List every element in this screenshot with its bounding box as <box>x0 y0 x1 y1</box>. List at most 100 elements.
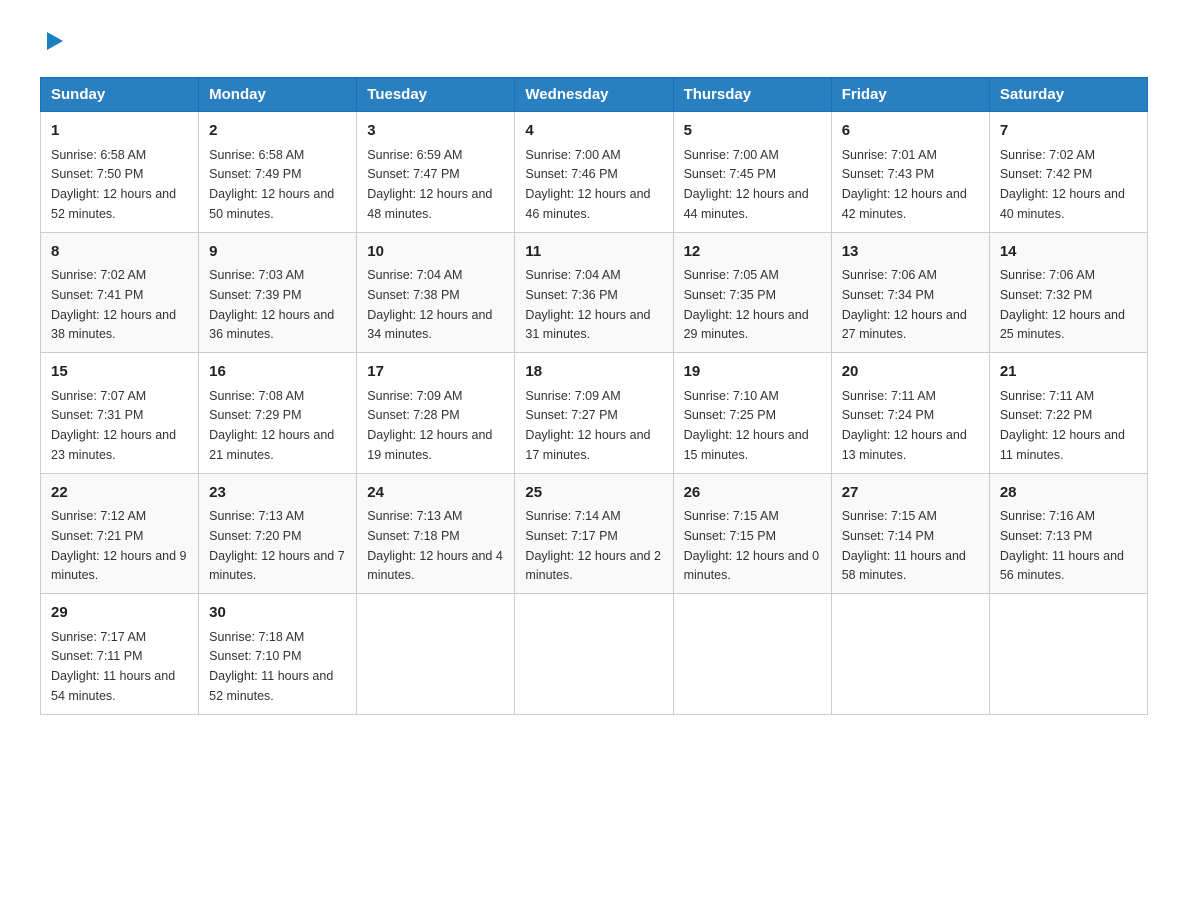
day-daylight: Daylight: 11 hours and 54 minutes. <box>51 669 175 703</box>
calendar-week-row: 29 Sunrise: 7:17 AM Sunset: 7:11 PM Dayl… <box>41 594 1148 715</box>
calendar-header-row: SundayMondayTuesdayWednesdayThursdayFrid… <box>41 78 1148 112</box>
day-daylight: Daylight: 12 hours and 29 minutes. <box>684 308 809 342</box>
day-number: 27 <box>842 482 979 505</box>
day-daylight: Daylight: 12 hours and 2 minutes. <box>525 549 661 583</box>
calendar-cell: 28 Sunrise: 7:16 AM Sunset: 7:13 PM Dayl… <box>989 473 1147 594</box>
day-sunset: Sunset: 7:24 PM <box>842 408 934 422</box>
day-sunrise: Sunrise: 7:01 AM <box>842 148 937 162</box>
day-daylight: Daylight: 12 hours and 38 minutes. <box>51 308 176 342</box>
day-daylight: Daylight: 12 hours and 40 minutes. <box>1000 187 1125 221</box>
day-sunset: Sunset: 7:20 PM <box>209 529 301 543</box>
day-sunset: Sunset: 7:39 PM <box>209 288 301 302</box>
calendar-cell: 5 Sunrise: 7:00 AM Sunset: 7:45 PM Dayli… <box>673 112 831 233</box>
day-daylight: Daylight: 12 hours and 11 minutes. <box>1000 428 1125 462</box>
day-number: 3 <box>367 120 504 143</box>
day-sunrise: Sunrise: 7:02 AM <box>51 268 146 282</box>
day-daylight: Daylight: 12 hours and 25 minutes. <box>1000 308 1125 342</box>
day-daylight: Daylight: 12 hours and 0 minutes. <box>684 549 820 583</box>
page-header <box>40 30 1148 57</box>
calendar-cell: 13 Sunrise: 7:06 AM Sunset: 7:34 PM Dayl… <box>831 232 989 353</box>
day-sunset: Sunset: 7:22 PM <box>1000 408 1092 422</box>
calendar-week-row: 8 Sunrise: 7:02 AM Sunset: 7:41 PM Dayli… <box>41 232 1148 353</box>
day-sunset: Sunset: 7:32 PM <box>1000 288 1092 302</box>
day-number: 25 <box>525 482 662 505</box>
day-number: 2 <box>209 120 346 143</box>
day-number: 20 <box>842 361 979 384</box>
day-sunrise: Sunrise: 7:12 AM <box>51 509 146 523</box>
day-number: 17 <box>367 361 504 384</box>
day-sunset: Sunset: 7:41 PM <box>51 288 143 302</box>
day-sunrise: Sunrise: 7:03 AM <box>209 268 304 282</box>
day-number: 5 <box>684 120 821 143</box>
day-sunrise: Sunrise: 7:00 AM <box>525 148 620 162</box>
day-sunset: Sunset: 7:34 PM <box>842 288 934 302</box>
day-sunset: Sunset: 7:15 PM <box>684 529 776 543</box>
calendar-cell <box>831 594 989 715</box>
day-daylight: Daylight: 12 hours and 42 minutes. <box>842 187 967 221</box>
calendar-cell: 21 Sunrise: 7:11 AM Sunset: 7:22 PM Dayl… <box>989 353 1147 474</box>
day-sunrise: Sunrise: 7:09 AM <box>525 389 620 403</box>
day-sunrise: Sunrise: 7:13 AM <box>367 509 462 523</box>
calendar-cell: 24 Sunrise: 7:13 AM Sunset: 7:18 PM Dayl… <box>357 473 515 594</box>
day-daylight: Daylight: 12 hours and 15 minutes. <box>684 428 809 462</box>
calendar-week-row: 1 Sunrise: 6:58 AM Sunset: 7:50 PM Dayli… <box>41 112 1148 233</box>
day-daylight: Daylight: 12 hours and 34 minutes. <box>367 308 492 342</box>
day-daylight: Daylight: 12 hours and 4 minutes. <box>367 549 503 583</box>
calendar-cell: 26 Sunrise: 7:15 AM Sunset: 7:15 PM Dayl… <box>673 473 831 594</box>
logo <box>40 30 65 57</box>
calendar-cell: 30 Sunrise: 7:18 AM Sunset: 7:10 PM Dayl… <box>199 594 357 715</box>
day-sunrise: Sunrise: 7:05 AM <box>684 268 779 282</box>
day-sunset: Sunset: 7:25 PM <box>684 408 776 422</box>
day-sunrise: Sunrise: 7:17 AM <box>51 630 146 644</box>
day-daylight: Daylight: 12 hours and 23 minutes. <box>51 428 176 462</box>
day-number: 10 <box>367 241 504 264</box>
day-sunset: Sunset: 7:38 PM <box>367 288 459 302</box>
day-sunrise: Sunrise: 7:06 AM <box>1000 268 1095 282</box>
day-number: 13 <box>842 241 979 264</box>
day-sunset: Sunset: 7:43 PM <box>842 167 934 181</box>
column-header-tuesday: Tuesday <box>357 78 515 112</box>
column-header-wednesday: Wednesday <box>515 78 673 112</box>
day-sunrise: Sunrise: 7:14 AM <box>525 509 620 523</box>
day-number: 26 <box>684 482 821 505</box>
day-sunset: Sunset: 7:10 PM <box>209 649 301 663</box>
calendar-cell: 18 Sunrise: 7:09 AM Sunset: 7:27 PM Dayl… <box>515 353 673 474</box>
calendar-cell: 6 Sunrise: 7:01 AM Sunset: 7:43 PM Dayli… <box>831 112 989 233</box>
day-number: 22 <box>51 482 188 505</box>
day-daylight: Daylight: 12 hours and 44 minutes. <box>684 187 809 221</box>
day-daylight: Daylight: 12 hours and 27 minutes. <box>842 308 967 342</box>
day-number: 29 <box>51 602 188 625</box>
calendar-cell: 9 Sunrise: 7:03 AM Sunset: 7:39 PM Dayli… <box>199 232 357 353</box>
calendar-cell: 7 Sunrise: 7:02 AM Sunset: 7:42 PM Dayli… <box>989 112 1147 233</box>
day-sunset: Sunset: 7:14 PM <box>842 529 934 543</box>
day-sunset: Sunset: 7:36 PM <box>525 288 617 302</box>
calendar-cell: 11 Sunrise: 7:04 AM Sunset: 7:36 PM Dayl… <box>515 232 673 353</box>
day-daylight: Daylight: 12 hours and 13 minutes. <box>842 428 967 462</box>
day-sunset: Sunset: 7:21 PM <box>51 529 143 543</box>
day-sunset: Sunset: 7:49 PM <box>209 167 301 181</box>
day-number: 19 <box>684 361 821 384</box>
day-sunset: Sunset: 7:27 PM <box>525 408 617 422</box>
column-header-thursday: Thursday <box>673 78 831 112</box>
calendar-cell <box>357 594 515 715</box>
day-number: 24 <box>367 482 504 505</box>
day-sunset: Sunset: 7:31 PM <box>51 408 143 422</box>
calendar-cell: 22 Sunrise: 7:12 AM Sunset: 7:21 PM Dayl… <box>41 473 199 594</box>
column-header-saturday: Saturday <box>989 78 1147 112</box>
day-sunrise: Sunrise: 7:04 AM <box>525 268 620 282</box>
day-sunrise: Sunrise: 7:18 AM <box>209 630 304 644</box>
day-sunset: Sunset: 7:46 PM <box>525 167 617 181</box>
calendar-week-row: 15 Sunrise: 7:07 AM Sunset: 7:31 PM Dayl… <box>41 353 1148 474</box>
day-number: 4 <box>525 120 662 143</box>
calendar-cell: 19 Sunrise: 7:10 AM Sunset: 7:25 PM Dayl… <box>673 353 831 474</box>
calendar-cell: 14 Sunrise: 7:06 AM Sunset: 7:32 PM Dayl… <box>989 232 1147 353</box>
day-sunrise: Sunrise: 7:15 AM <box>842 509 937 523</box>
day-daylight: Daylight: 12 hours and 21 minutes. <box>209 428 334 462</box>
day-sunrise: Sunrise: 6:58 AM <box>209 148 304 162</box>
day-sunrise: Sunrise: 7:09 AM <box>367 389 462 403</box>
day-daylight: Daylight: 12 hours and 31 minutes. <box>525 308 650 342</box>
calendar-cell: 16 Sunrise: 7:08 AM Sunset: 7:29 PM Dayl… <box>199 353 357 474</box>
day-daylight: Daylight: 12 hours and 52 minutes. <box>51 187 176 221</box>
day-sunrise: Sunrise: 7:06 AM <box>842 268 937 282</box>
day-number: 12 <box>684 241 821 264</box>
